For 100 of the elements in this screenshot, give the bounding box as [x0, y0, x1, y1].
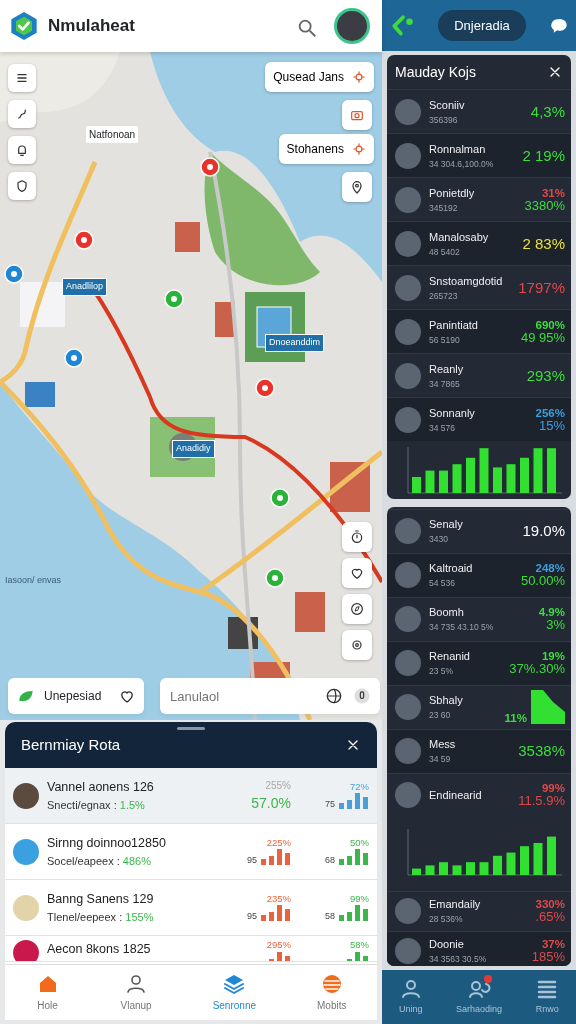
avatar-photo — [395, 938, 421, 965]
item-value: 37%.30% — [509, 662, 565, 676]
chart-bar — [533, 448, 543, 494]
item-detail: 34 59 — [429, 752, 452, 766]
avatar-photo — [395, 406, 421, 433]
item-name: Sconiiv — [429, 98, 466, 114]
avatar-photo — [395, 142, 421, 169]
item-name: Sonnanly — [429, 406, 476, 422]
chart-bar — [479, 448, 489, 494]
hexagon-check-logo-icon — [8, 10, 40, 42]
avatar-photo — [395, 274, 421, 301]
map-pin-icon — [270, 488, 290, 508]
chart-label: 72% — [350, 781, 369, 792]
profile-avatar[interactable] — [334, 8, 370, 44]
item-value: 11.5.9% — [518, 794, 565, 808]
globe-icon[interactable] — [324, 686, 344, 706]
map-pin-icon — [74, 230, 94, 250]
avatar-photo — [395, 186, 421, 213]
avatar-photo — [395, 606, 421, 633]
account-pill[interactable]: Dnjeradia — [438, 9, 526, 42]
item-value: 248% — [535, 562, 565, 575]
chart-bar — [452, 865, 462, 875]
nav-tab[interactable]: Uning — [394, 975, 427, 1019]
avatar-photo — [395, 738, 421, 765]
item-detail: 28 536% — [429, 912, 464, 926]
item-value: 256% — [535, 407, 565, 420]
gear-button[interactable] — [342, 630, 372, 660]
map-label: Anadidiy — [172, 440, 215, 458]
chart-label: 225% — [266, 837, 291, 848]
app-title: Nmulaheat — [48, 15, 136, 38]
item-value: 50.00% — [520, 574, 565, 588]
avatar-photo — [395, 650, 421, 677]
bell-button[interactable] — [8, 136, 36, 164]
chart-bar — [493, 855, 502, 875]
chart-label: 75 — [325, 800, 335, 810]
area-chart-drawing — [531, 690, 565, 725]
sheet-title: Bernmiay Rota — [21, 734, 122, 755]
map-chip[interactable]: Qusead Jans — [265, 62, 374, 92]
map-pin-icon — [255, 378, 275, 398]
item-name: Endinearid — [429, 787, 483, 803]
item-detail: 34 576 — [429, 421, 456, 435]
compass-button[interactable] — [342, 594, 372, 624]
chart-bar — [412, 477, 421, 494]
item-value: 293% — [526, 368, 565, 384]
nav-tab[interactable]: Hole — [29, 968, 66, 1017]
item-value: 690% — [535, 319, 565, 332]
heart-button[interactable] — [342, 558, 372, 588]
nav-tab[interactable]: Senronne — [206, 968, 262, 1017]
item-value: 19.0% — [522, 523, 565, 539]
location-button[interactable] — [342, 172, 372, 202]
item-detail: 356396 — [429, 113, 459, 127]
building — [175, 222, 200, 252]
chart-bar — [520, 458, 529, 494]
item-name: Ponietdly — [429, 186, 476, 202]
row-title: Sirnng doinnoo12850 — [47, 834, 167, 852]
chart-bar — [439, 861, 448, 875]
chart-bar — [452, 464, 462, 494]
nav-tab[interactable]: Mobits — [311, 968, 353, 1017]
map-chip[interactable]: Stohanens — [278, 134, 374, 164]
item-value: 2 83% — [522, 236, 565, 252]
row-subtitle: Tlenel/eepeex : 155% — [47, 909, 155, 925]
item-name: Panintiatd — [429, 318, 479, 334]
chart-label: 58% — [350, 940, 369, 950]
building — [295, 592, 325, 632]
place-name: Unepesiad — [44, 688, 103, 705]
item-detail: 54 536 — [429, 576, 456, 590]
map-pin-icon — [64, 348, 84, 368]
item-detail: 56 5190 — [429, 333, 461, 347]
avatar-photo — [395, 898, 421, 925]
item-value: 1797% — [518, 280, 565, 296]
chart-bar — [412, 868, 421, 875]
item-value: 99% — [541, 782, 565, 795]
nav-tab[interactable]: Vlanup — [114, 968, 158, 1017]
item-detail: 34 7865 — [429, 377, 461, 391]
layers-icon — [222, 972, 247, 996]
shield-button[interactable] — [8, 172, 36, 200]
camera-button[interactable] — [342, 100, 372, 130]
item-value: 2 19% — [522, 148, 565, 164]
item-name: Mess — [429, 737, 457, 753]
chart-bar — [466, 458, 475, 494]
timer-button[interactable] — [342, 522, 372, 552]
row-value: 57.0% — [251, 793, 291, 813]
drag-handle[interactable] — [177, 727, 205, 730]
item-value: 49 95% — [520, 331, 565, 345]
map-label: Anadlilop — [62, 278, 108, 296]
item-name: Renanid — [429, 649, 471, 665]
search-field[interactable]: Lanulaol — [160, 678, 380, 714]
row-title: Vannel aonens 126 — [47, 778, 155, 796]
row-title: Banng Sanens 129 — [47, 890, 155, 908]
menu-button[interactable] — [8, 64, 36, 92]
item-value: 37% — [541, 938, 565, 951]
item-detail: 23 60 — [429, 708, 452, 722]
nav-tab[interactable]: Sarhaoding — [451, 975, 506, 1019]
compass-icon — [349, 601, 365, 617]
gear-icon — [349, 637, 365, 653]
chart-label: 58 — [325, 912, 335, 922]
chart-bar — [506, 464, 516, 494]
avatar-photo — [395, 362, 421, 389]
item-detail: 34 3563 30.5% — [429, 952, 488, 966]
nav-tab[interactable]: Rnwo — [531, 975, 564, 1019]
